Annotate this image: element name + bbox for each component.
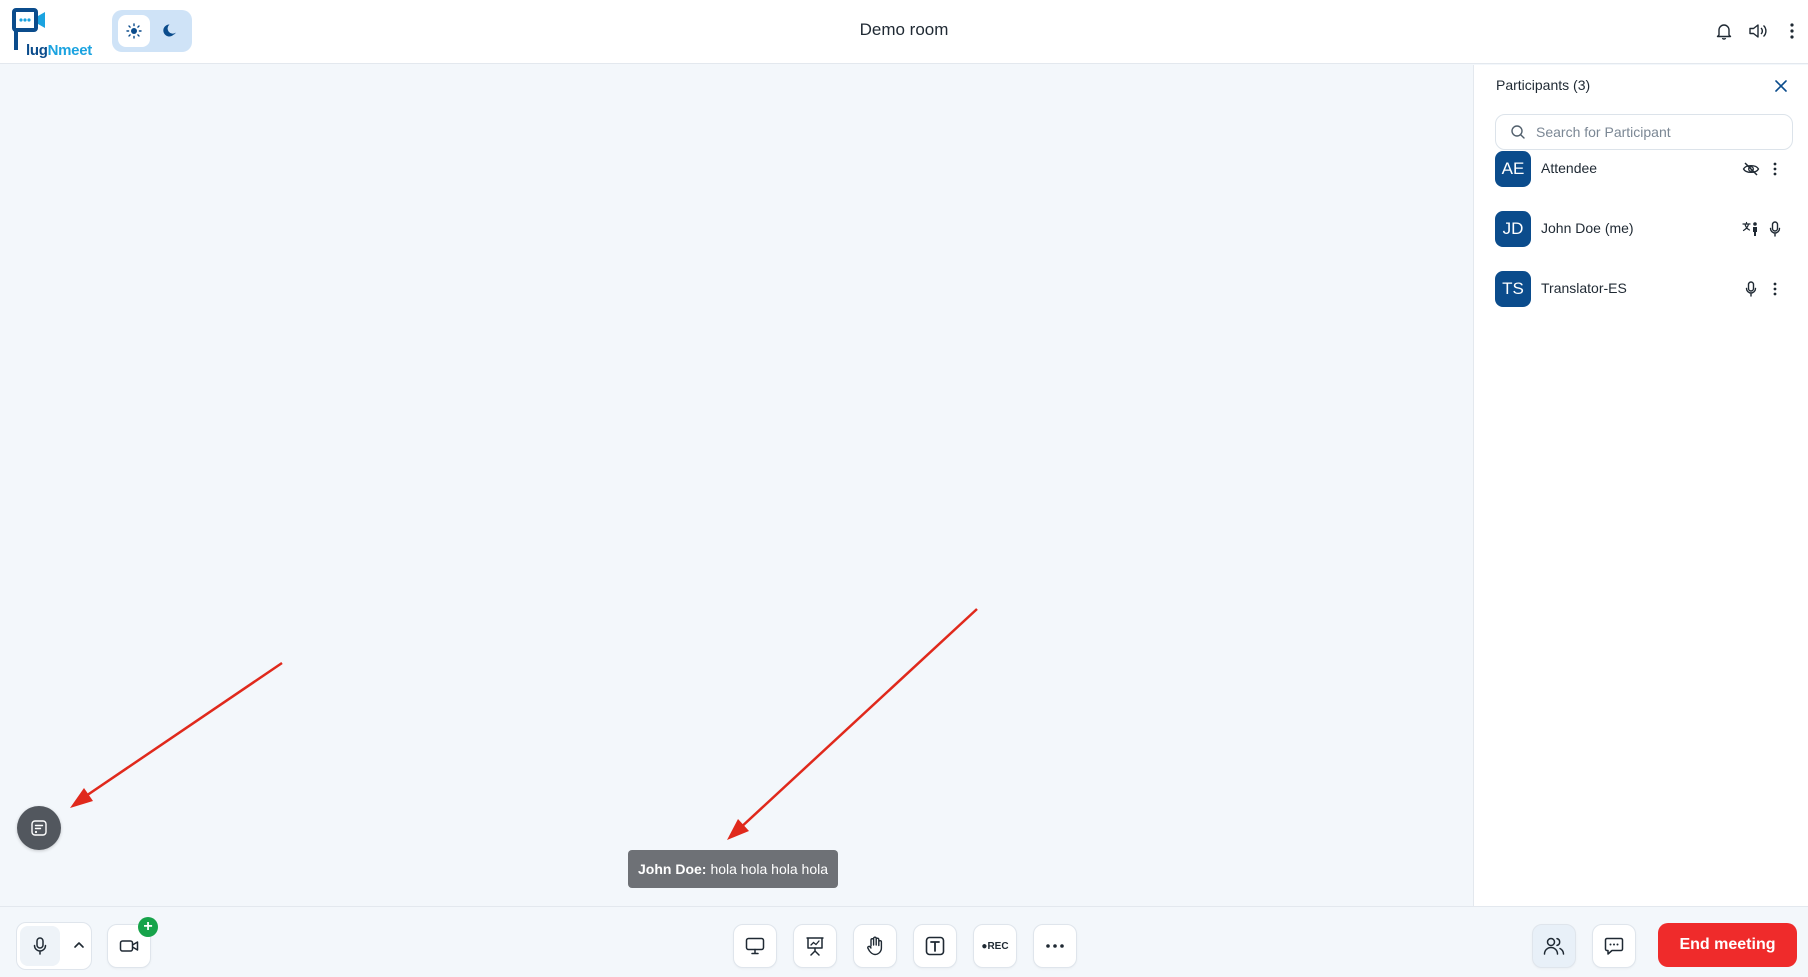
microphone-control (16, 922, 92, 970)
participant-row[interactable]: AE Attendee (1495, 149, 1793, 189)
more-horizontal-icon (1046, 944, 1064, 948)
text-icon (925, 936, 945, 956)
chevron-up-icon (74, 942, 84, 948)
volume-icon (1749, 24, 1767, 38)
microphone-options-button[interactable] (69, 935, 89, 955)
bell-icon (1716, 24, 1732, 40)
video-camera-icon (119, 940, 139, 952)
visibility-toggle[interactable] (1741, 159, 1761, 179)
main-stage (0, 65, 1473, 906)
speech-to-text-button[interactable] (17, 806, 61, 850)
recording-icon: ●REC (981, 940, 1009, 952)
bottom-toolbar: + ●REC End meeting (0, 906, 1808, 977)
room-title: Demo room (859, 20, 949, 39)
mic-icon (33, 937, 47, 955)
search-icon (1511, 125, 1525, 139)
participant-name: Attendee (1541, 160, 1598, 176)
webcam-button[interactable]: + (107, 917, 158, 968)
participant-search (1495, 114, 1793, 150)
participant-menu-button[interactable] (1765, 279, 1785, 299)
more-vertical-icon (1773, 162, 1777, 176)
participant-name: Translator-ES (1541, 280, 1627, 296)
raise-hand-icon (867, 936, 883, 956)
screen-share-icon (745, 937, 765, 955)
participant-row[interactable]: TS Translator-ES (1495, 269, 1793, 309)
participant-menu-button[interactable] (1765, 159, 1785, 179)
caption-speaker: John Doe: (638, 861, 707, 877)
participant-row[interactable]: JD John Doe (me) (1495, 209, 1793, 249)
microphone-button[interactable] (20, 926, 60, 966)
mic-icon (1745, 281, 1757, 297)
translation-indicator (1741, 219, 1761, 239)
top-header: lugNmeet Demo room (0, 0, 1808, 64)
participant-mic-status (1741, 279, 1761, 299)
more-vertical-icon (1790, 23, 1794, 39)
presentation-icon (806, 937, 824, 956)
close-icon (1775, 80, 1787, 92)
close-participants-button[interactable] (1770, 75, 1792, 97)
participant-name: John Doe (me) (1541, 220, 1634, 236)
presentation-button[interactable] (793, 924, 837, 968)
participants-panel: Participants (3) AE Attendee (1473, 65, 1808, 906)
avatar: TS (1495, 271, 1531, 307)
caption-text: hola hola hola hola (710, 861, 828, 877)
recording-button[interactable]: ●REC (973, 924, 1017, 968)
participants-toggle-button[interactable] (1532, 924, 1576, 968)
avatar: JD (1495, 211, 1531, 247)
participants-title: Participants (3) (1496, 77, 1591, 93)
more-options-button[interactable] (1033, 924, 1077, 968)
mic-icon (1769, 221, 1781, 237)
plus-icon: + (138, 917, 158, 937)
shared-notepad-button[interactable] (913, 924, 957, 968)
screen-share-button[interactable] (733, 924, 777, 968)
chat-toggle-button[interactable] (1592, 924, 1636, 968)
volume-button[interactable] (1745, 18, 1771, 44)
raise-hand-button[interactable] (853, 924, 897, 968)
more-vertical-icon (1773, 282, 1777, 296)
header-menu-button[interactable] (1779, 18, 1805, 44)
avatar: AE (1495, 151, 1531, 187)
chat-icon (1604, 937, 1624, 955)
end-meeting-button[interactable]: End meeting (1658, 923, 1797, 967)
logo-text: lugNmeet (26, 42, 92, 59)
participants-icon (1543, 937, 1565, 955)
participant-mic-status (1765, 219, 1785, 239)
eye-off-icon (1742, 162, 1760, 176)
notifications-button[interactable] (1711, 18, 1737, 44)
transcript-icon (31, 820, 47, 836)
participant-search-input[interactable] (1536, 115, 1786, 149)
translate-icon (1742, 221, 1757, 236)
live-caption: John Doe: hola hola hola hola (628, 850, 838, 888)
